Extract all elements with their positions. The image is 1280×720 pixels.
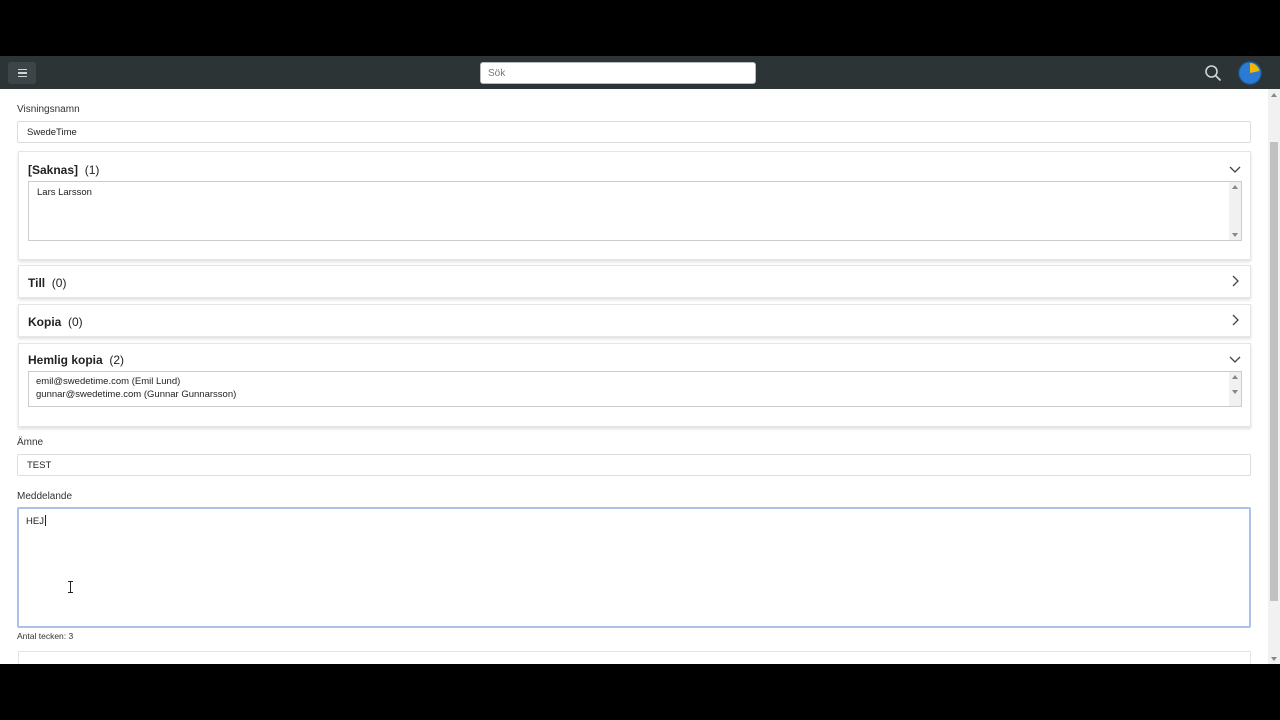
list-scrollbar[interactable] — [1229, 182, 1241, 240]
message-text: HEJ — [26, 516, 44, 527]
missing-panel-title: [Saknas] (1) — [28, 163, 100, 177]
chevron-right-icon[interactable] — [1228, 274, 1242, 288]
display-name-label: Visningsnamn — [17, 104, 80, 115]
page-scrollbar[interactable] — [1268, 89, 1280, 664]
scroll-up-icon[interactable] — [1271, 93, 1277, 97]
user-avatar[interactable] — [1238, 61, 1262, 85]
chevron-right-icon[interactable] — [1228, 313, 1242, 327]
list-item[interactable]: Lars Larsson — [29, 182, 1241, 203]
bcc-recipients-panel[interactable]: Hemlig kopia (2) emil@swedetime.com (Emi… — [18, 343, 1251, 427]
bcc-recipients-list[interactable]: emil@swedetime.com (Emil Lund) gunnar@sw… — [28, 371, 1242, 407]
search-icon[interactable] — [1204, 64, 1222, 82]
top-navigation-bar — [0, 56, 1280, 89]
text-cursor-icon — [68, 581, 73, 593]
app-window: Visningsnamn SwedeTime [Saknas] (1) Lars… — [0, 56, 1280, 664]
chevron-down-icon[interactable] — [1228, 352, 1242, 366]
missing-recipients-list[interactable]: Lars Larsson — [28, 181, 1242, 241]
cc-recipients-panel[interactable]: Kopia (0) — [18, 304, 1251, 337]
subject-label: Ämne — [17, 437, 44, 448]
character-counter: Antal tecken: 3 — [17, 631, 74, 641]
subject-field[interactable]: TEST — [17, 454, 1251, 476]
text-caret — [44, 515, 46, 526]
message-label: Meddelande — [17, 491, 73, 502]
email-form: Visningsnamn SwedeTime [Saknas] (1) Lars… — [0, 89, 1268, 664]
scrollbar-thumb[interactable] — [1270, 142, 1278, 601]
display-name-field[interactable]: SwedeTime — [17, 121, 1251, 143]
hamburger-menu-icon[interactable] — [8, 62, 36, 84]
chevron-down-icon[interactable] — [1228, 162, 1242, 176]
list-item[interactable]: gunnar@swedetime.com (Gunnar Gunnarsson) — [29, 387, 1241, 400]
bcc-panel-title: Hemlig kopia (2) — [28, 353, 125, 367]
to-panel-title: Till (0) — [28, 276, 67, 290]
list-scrollbar[interactable] — [1229, 372, 1241, 406]
attachments-panel[interactable] — [18, 651, 1251, 664]
cc-panel-title: Kopia (0) — [28, 315, 83, 329]
missing-recipients-panel[interactable]: [Saknas] (1) Lars Larsson — [18, 151, 1251, 260]
message-textarea[interactable]: HEJ — [17, 507, 1251, 628]
list-item[interactable]: emil@swedetime.com (Emil Lund) — [29, 372, 1241, 387]
to-recipients-panel[interactable]: Till (0) — [18, 265, 1251, 298]
scroll-down-icon[interactable] — [1271, 657, 1277, 661]
search-input[interactable] — [480, 62, 756, 84]
